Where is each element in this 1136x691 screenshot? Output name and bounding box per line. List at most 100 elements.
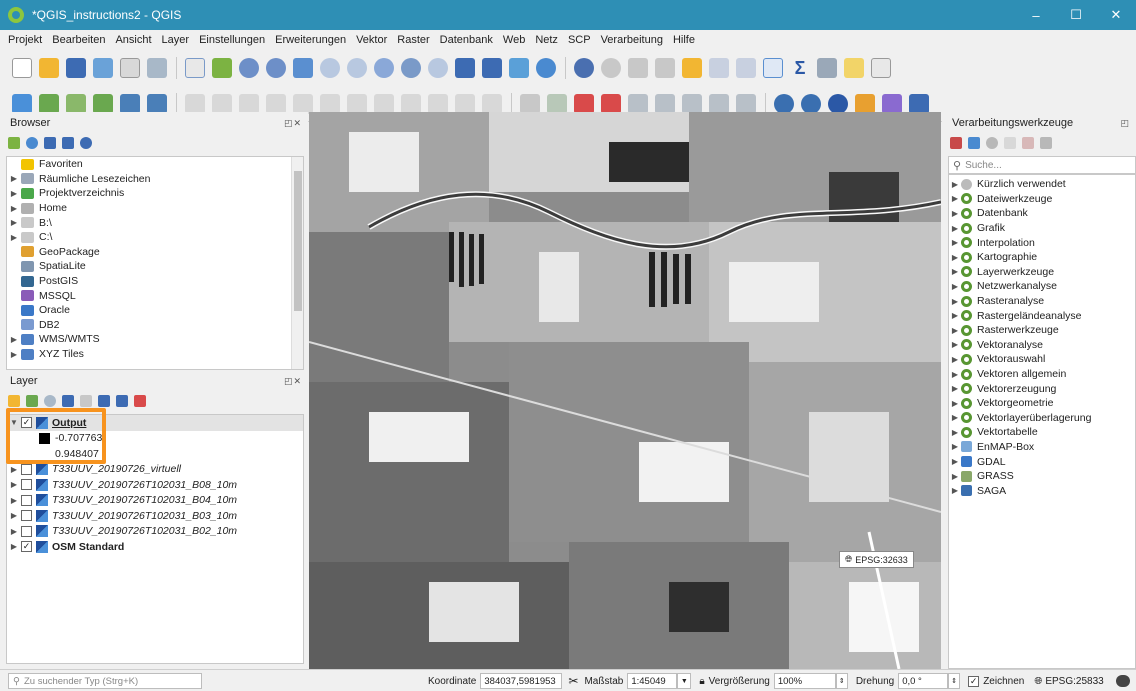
zoom-in-icon[interactable] xyxy=(239,58,259,78)
deselect-icon[interactable] xyxy=(682,58,702,78)
expand-arrow-icon[interactable]: ▶ xyxy=(949,384,961,393)
attribute-table-icon[interactable] xyxy=(709,58,729,78)
statistical-summary-icon[interactable]: Σ xyxy=(790,58,810,78)
processing-group[interactable]: ▶ SAGA xyxy=(949,483,1135,498)
expand-arrow-icon[interactable]: ▶ xyxy=(949,428,961,437)
data-source-manager-icon[interactable] xyxy=(12,93,32,114)
text-annotation-icon[interactable] xyxy=(871,58,891,78)
run-feature-action-icon[interactable] xyxy=(601,58,621,78)
label-change-icon[interactable] xyxy=(709,93,729,114)
browser-item[interactable]: ▶ Räumliche Lesezeichen xyxy=(7,172,303,187)
help-icon[interactable] xyxy=(909,93,929,114)
browser-item[interactable]: MSSQL xyxy=(7,288,303,303)
layer-item[interactable]: ▶ T33UUV_20190726_virtuell xyxy=(7,462,303,478)
remove-layer-icon[interactable] xyxy=(134,395,146,407)
filter-legend-icon[interactable] xyxy=(62,395,74,407)
processing-group[interactable]: ▶ Vektoranalyse xyxy=(949,338,1135,353)
maximize-button[interactable]: ☐ xyxy=(1056,0,1096,30)
menu-datenbank[interactable]: Datenbank xyxy=(440,34,493,46)
browser-item[interactable]: DB2 xyxy=(7,318,303,333)
collapse-all-icon[interactable] xyxy=(62,137,74,149)
select-by-value-icon[interactable] xyxy=(655,58,675,78)
new-project-icon[interactable] xyxy=(12,58,32,78)
menu-scp[interactable]: SCP xyxy=(568,34,591,46)
browser-item[interactable]: ▶ Home xyxy=(7,201,303,216)
browser-item[interactable]: Oracle xyxy=(7,303,303,318)
processing-group[interactable]: ▶ Interpolation xyxy=(949,235,1135,250)
expand-arrow-icon[interactable]: ▶ xyxy=(7,480,21,489)
zoom-out-icon[interactable] xyxy=(266,58,286,78)
processing-search-input[interactable]: ⚲ Suche... xyxy=(948,156,1136,174)
browser-scrollbar[interactable] xyxy=(291,157,303,369)
pan-map-icon[interactable] xyxy=(185,58,205,78)
expand-arrow-icon[interactable]: ▶ xyxy=(949,238,961,247)
measure-line-icon[interactable] xyxy=(817,58,837,78)
expand-arrow-icon[interactable]: ▶ xyxy=(7,496,21,505)
edit-features-icon[interactable] xyxy=(1022,137,1034,149)
scp-preview-icon[interactable] xyxy=(828,93,848,114)
plugin-icon[interactable] xyxy=(882,93,902,114)
layer-visibility-checkbox[interactable] xyxy=(21,494,32,506)
panel-float-close-icon[interactable]: ◰✕ xyxy=(284,118,302,129)
refresh-icon[interactable] xyxy=(536,58,556,78)
browser-item[interactable]: PostGIS xyxy=(7,274,303,289)
expand-arrow-icon[interactable]: ▶ xyxy=(7,174,21,183)
add-group-icon[interactable] xyxy=(26,395,38,407)
pan-to-selection-icon[interactable] xyxy=(212,58,232,78)
crs-label[interactable]: EPSG:25833 xyxy=(1045,676,1103,687)
lock-icon[interactable]: 🔒︎ xyxy=(699,676,704,687)
label-diagram-icon[interactable] xyxy=(736,93,756,114)
expand-arrow-icon[interactable]: ▶ xyxy=(949,224,961,233)
menu-einstellungen[interactable]: Einstellungen xyxy=(199,34,265,46)
info-icon[interactable] xyxy=(80,137,92,149)
expand-arrow-icon[interactable]: ▶ xyxy=(7,218,21,227)
digitize-icon[interactable] xyxy=(266,93,286,114)
add-virtual-layer-icon[interactable] xyxy=(147,93,167,114)
processing-group[interactable]: ▶ Vektoren allgemein xyxy=(949,367,1135,382)
zoom-to-layer-icon[interactable] xyxy=(347,58,367,78)
select-features-icon[interactable] xyxy=(628,58,648,78)
expand-arrow-icon[interactable]: ▶ xyxy=(949,355,961,364)
messages-icon[interactable] xyxy=(1115,675,1130,687)
expand-arrow-icon[interactable]: ▶ xyxy=(7,233,21,242)
minimize-button[interactable]: – xyxy=(1016,0,1056,30)
label-highlight-icon[interactable] xyxy=(574,93,594,114)
menu-netz[interactable]: Netz xyxy=(535,34,558,46)
panel-float-close-icon[interactable]: ◰✕ xyxy=(284,376,302,387)
layer-visibility-checkbox[interactable] xyxy=(21,463,32,475)
zoom-native-icon[interactable] xyxy=(374,58,394,78)
zoom-next-icon[interactable] xyxy=(428,58,448,78)
add-delimited-text-icon[interactable] xyxy=(93,93,113,114)
processing-group[interactable]: ▶ Rasteranalyse xyxy=(949,294,1135,309)
processing-group[interactable]: ▶ Netzwerkanalyse xyxy=(949,279,1135,294)
scp-classification-icon[interactable] xyxy=(801,93,821,114)
field-calculator-icon[interactable] xyxy=(736,58,756,78)
open-project-icon[interactable] xyxy=(39,58,59,78)
add-layer-icon[interactable] xyxy=(8,137,20,149)
browser-item[interactable]: Favoriten xyxy=(7,157,303,172)
processing-group[interactable]: ▶ Vektorlayerüberlagerung xyxy=(949,411,1135,426)
expand-arrow-icon[interactable]: ▶ xyxy=(949,370,961,379)
expand-arrow-icon[interactable]: ▶ xyxy=(949,253,961,262)
redo-icon[interactable] xyxy=(482,93,502,114)
expand-icon[interactable]: ▼ xyxy=(7,418,21,427)
models-icon[interactable] xyxy=(950,137,962,149)
processing-group[interactable]: ▶ Rasterwerkzeuge xyxy=(949,323,1135,338)
processing-group[interactable]: ▶ Layerwerkzeuge xyxy=(949,265,1135,280)
layer-item[interactable]: ▶ T33UUV_20190726T102031_B04_10m xyxy=(7,493,303,509)
add-database-layer-icon[interactable] xyxy=(120,93,140,114)
layer-output[interactable]: ▼ ✓ Output xyxy=(7,415,303,431)
label-rotate-icon[interactable] xyxy=(655,93,675,114)
processing-group[interactable]: ▶ GRASS xyxy=(949,469,1135,484)
crs-globe-icon[interactable]: 🌐︎ xyxy=(1034,676,1042,687)
add-raster-layer-icon[interactable] xyxy=(39,93,59,114)
manage-themes-icon[interactable] xyxy=(44,395,56,407)
processing-group[interactable]: ▶ Kartographie xyxy=(949,250,1135,265)
expand-arrow-icon[interactable]: ▶ xyxy=(949,442,961,451)
add-vector-layer-icon[interactable] xyxy=(66,93,86,114)
current-edits-icon[interactable] xyxy=(185,93,205,114)
menu-raster[interactable]: Raster xyxy=(397,34,429,46)
browser-item[interactable]: ▶ Projektverzeichnis xyxy=(7,186,303,201)
expand-arrow-icon[interactable]: ▶ xyxy=(7,465,21,474)
save-project-icon[interactable] xyxy=(66,58,86,78)
